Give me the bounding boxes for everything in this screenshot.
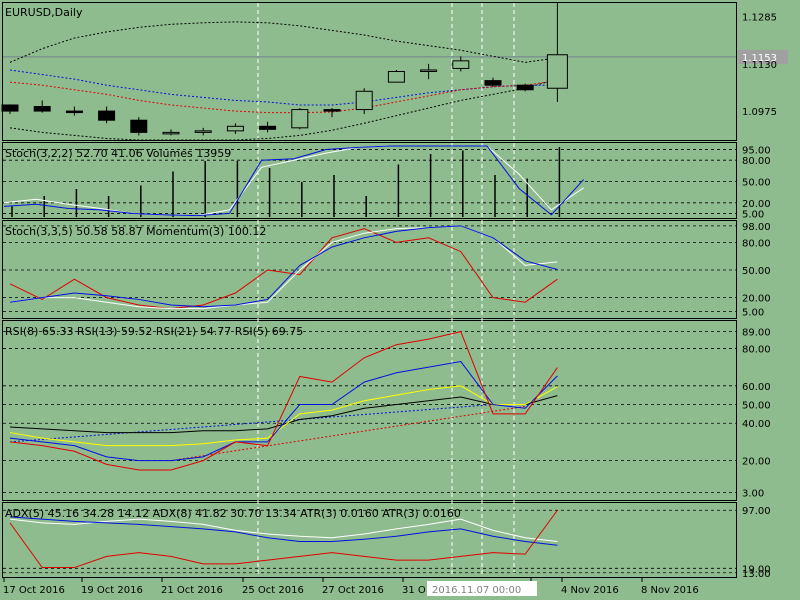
stoch1-tick-label-2: 50.00 xyxy=(742,178,771,189)
x-tick-label-3: 25 Oct 2016 xyxy=(242,585,304,596)
candle xyxy=(194,130,212,133)
chart-title: EURUSD,Daily xyxy=(5,6,83,19)
candle xyxy=(226,125,244,132)
candle xyxy=(516,84,534,91)
candle xyxy=(291,109,309,129)
candle xyxy=(130,119,148,133)
x-tick-label-8: 8 Nov 2016 xyxy=(641,585,699,596)
candle xyxy=(259,125,277,130)
price-tick-label-1: 1.1130 xyxy=(742,60,777,71)
stoch1-tick-label-4: 5.00 xyxy=(742,209,764,220)
candle xyxy=(546,54,568,89)
stoch2-tick-label-2: 50.00 xyxy=(742,266,771,277)
trading-chart[interactable]: 1.1153 1.12851.11301.097595.0080.0050.00… xyxy=(0,0,800,600)
upper-envelope-line xyxy=(9,21,558,63)
price-pane[interactable]: 1.1153 xyxy=(1,3,788,141)
stoch1-tick-label-1: 80.00 xyxy=(742,156,771,167)
stoch2-tick-label-4: 5.00 xyxy=(742,307,764,318)
rsi-tick-label-3: 50.00 xyxy=(742,401,771,412)
momentum-line xyxy=(9,228,558,310)
candle xyxy=(355,90,373,111)
adx-tick-label-2: 13.00 xyxy=(742,569,771,580)
candle xyxy=(98,110,116,121)
rsi-tick-label-4: 40.00 xyxy=(742,419,771,430)
stoch2-label: Stoch(3,3,5) 50.58 58.87 Momentum(3) 100… xyxy=(5,225,266,238)
rsi-tick-label-1: 80.00 xyxy=(742,344,771,355)
rsi-tick-label-5: 20.00 xyxy=(742,457,771,468)
candle xyxy=(162,131,180,135)
rsi21-line xyxy=(9,395,558,434)
candle xyxy=(33,106,51,112)
adx-main-line xyxy=(9,516,558,546)
x-tick-label-7: 4 Nov 2016 xyxy=(561,585,619,596)
price-tick-label-2: 1.0975 xyxy=(742,107,777,118)
stoch1-tick-label-3: 20.00 xyxy=(742,199,771,210)
stoch2-tick-label-1: 80.00 xyxy=(742,238,771,249)
adx-tick-label-0: 97.00 xyxy=(742,506,771,517)
rsi13-line xyxy=(9,385,558,447)
candle xyxy=(1,104,19,112)
candle xyxy=(65,110,83,114)
cursor-time-label: 2016.11.07 00:00 xyxy=(432,585,521,596)
stoch1-label: Stoch(3,2,2) 52.70 41.06 Volumes 13959 xyxy=(5,147,231,160)
rsi-tick-label-6: 3.00 xyxy=(742,488,764,499)
adx-label: ADX(5) 45.16 34.28 14.12 ADX(8) 41.82 30… xyxy=(5,507,461,520)
stoch2-signal-line xyxy=(9,225,558,310)
candle xyxy=(323,109,341,112)
x-tick-label-5: 31 O xyxy=(402,585,426,596)
candle xyxy=(484,80,502,86)
rsi-pane-frame xyxy=(2,320,737,501)
grid-layer xyxy=(257,3,515,577)
stoch2-tick-label-0: 98.00 xyxy=(742,222,771,233)
candle xyxy=(387,71,405,83)
blue-moving-average xyxy=(9,69,558,106)
stoch1-tick-label-0: 95.00 xyxy=(742,146,771,157)
x-tick-label-2: 21 Oct 2016 xyxy=(161,585,223,596)
rsi-trendline-red xyxy=(170,405,526,462)
candle xyxy=(420,69,438,72)
rsi-tick-label-0: 89.00 xyxy=(742,328,771,339)
stoch2-tick-label-3: 20.00 xyxy=(742,294,771,305)
rsi-pane[interactable] xyxy=(3,331,736,493)
candle xyxy=(452,60,470,69)
x-tick-label-1: 19 Oct 2016 xyxy=(81,585,143,596)
rsi-label: RSI(8) 65.33 RSI(13) 59.52 RSI(21) 54.77… xyxy=(5,325,303,338)
price-tick-label-0: 1.1285 xyxy=(742,13,777,24)
red-moving-average xyxy=(9,80,558,114)
stoch2-pane[interactable] xyxy=(3,225,736,312)
x-tick-label-0: 17 Oct 2016 xyxy=(3,585,65,596)
x-tick-label-4: 27 Oct 2016 xyxy=(322,585,384,596)
rsi-tick-label-2: 60.00 xyxy=(742,382,771,393)
